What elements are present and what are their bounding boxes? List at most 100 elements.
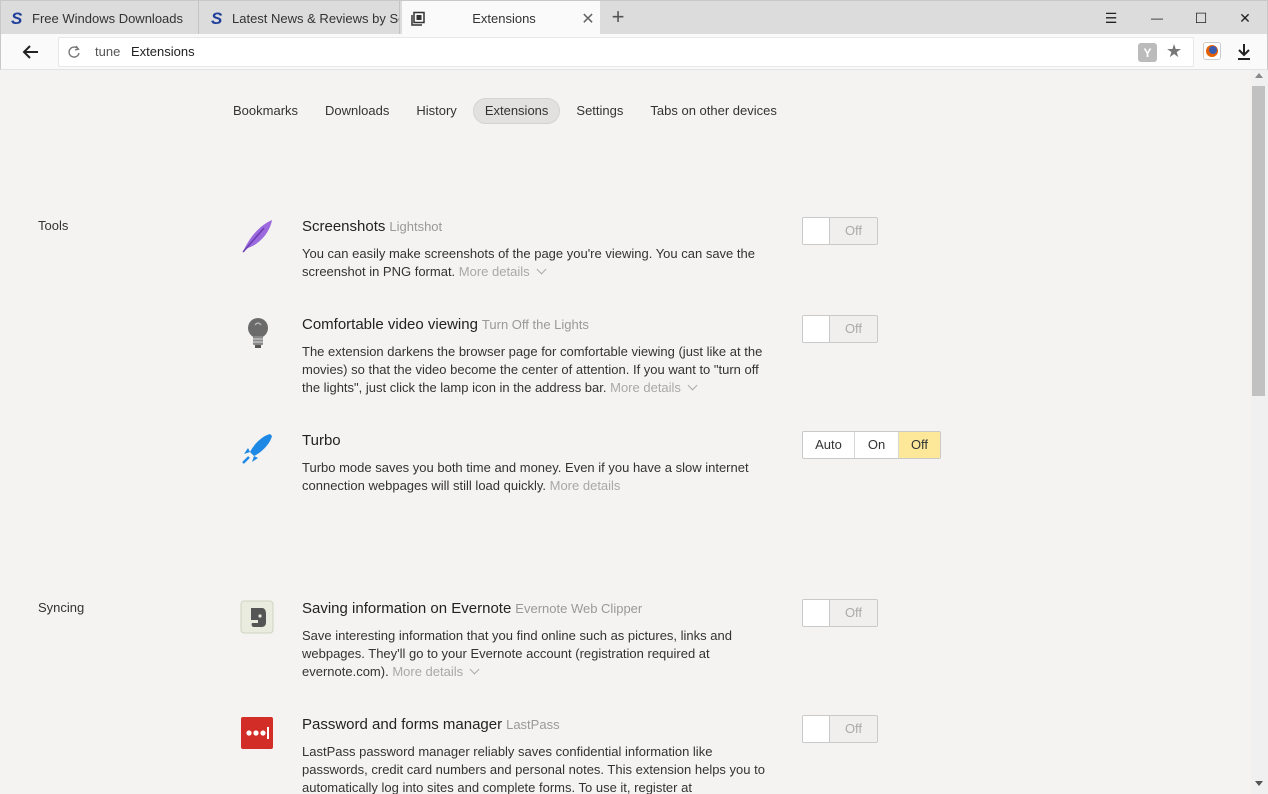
extension-source: Turn Off the Lights (481, 317, 589, 332)
hamburger-icon: ☰ (1104, 9, 1118, 26)
scroll-down-arrow-icon[interactable] (1255, 781, 1263, 786)
extension-name: Saving information on Evernote Evernote W… (302, 600, 642, 617)
tab-title: Latest News & Reviews by Sc (232, 10, 400, 26)
tab-title: Free Windows Downloads (32, 10, 184, 26)
tab-free-windows-downloads[interactable]: S Free Windows Downloads (2, 1, 199, 35)
toggle-state: Off (830, 716, 877, 742)
extension-title: Screenshots (302, 218, 386, 235)
svg-text:S: S (11, 10, 23, 26)
extension-source: Lightshot (389, 219, 443, 234)
toggle-knob (803, 716, 830, 742)
screenshots-toggle[interactable]: Off (802, 217, 878, 245)
nav-settings[interactable]: Settings (565, 98, 634, 124)
lastpass-toggle[interactable]: Off (802, 715, 878, 743)
extension-evernote: Saving information on Evernote Evernote W… (240, 599, 960, 681)
chevron-down-icon[interactable] (469, 664, 480, 675)
tab-latest-news[interactable]: S Latest News & Reviews by Sc (202, 1, 400, 35)
close-tab-icon[interactable]: ✕ (576, 9, 600, 29)
nav-history[interactable]: History (405, 98, 467, 124)
turbo-auto-option[interactable]: Auto (803, 432, 855, 458)
extension-source: LastPass (506, 717, 560, 732)
feather-icon (240, 218, 274, 253)
extension-video-viewing: Comfortable video viewing Turn Off the Li… (240, 315, 960, 397)
description-text: Save interesting information that you fi… (302, 628, 732, 679)
tab-strip: S Free Windows Downloads S Latest News &… (0, 0, 1268, 36)
scrollbar[interactable] (1251, 70, 1268, 794)
scroll-up-arrow-icon[interactable] (1255, 73, 1263, 78)
extension-description: Turbo mode saves you both time and money… (302, 459, 772, 495)
more-details-link[interactable]: More details (550, 478, 621, 493)
toolbar: tune Extensions Y ★ (0, 34, 1268, 70)
extension-lastpass: Password and forms manager LastPass LastP… (240, 715, 960, 794)
softpedia-s-icon: S (210, 10, 226, 26)
turbo-off-option[interactable]: Off (899, 432, 940, 458)
video-viewing-toggle[interactable]: Off (802, 315, 878, 343)
toggle-knob (803, 218, 830, 244)
arrow-left-icon (22, 45, 38, 59)
softpedia-s-icon: S (10, 10, 26, 26)
protect-badge-icon[interactable]: Y (1138, 43, 1157, 62)
toggle-state: Off (830, 316, 877, 342)
extension-name: Turbo (302, 432, 341, 449)
rocket-icon (240, 432, 274, 466)
extension-source: Evernote Web Clipper (515, 601, 643, 616)
more-details-link[interactable]: More details (610, 380, 681, 395)
evernote-icon (240, 600, 274, 634)
maximize-button[interactable]: ☐ (1178, 1, 1224, 35)
extension-turbo: Turbo Turbo mode saves you both time and… (240, 431, 960, 495)
tab-extensions[interactable]: Extensions ✕ (402, 1, 600, 36)
tab-page-icon (410, 11, 426, 27)
nav-bookmarks[interactable]: Bookmarks (222, 98, 309, 124)
extension-title: Turbo (302, 432, 341, 449)
back-button[interactable] (19, 40, 43, 64)
settings-nav: Bookmarks Downloads History Extensions S… (222, 98, 793, 124)
evernote-toggle[interactable]: Off (802, 599, 878, 627)
extension-description: The extension darkens the browser page f… (302, 343, 772, 397)
url-host: tune (95, 44, 121, 59)
chevron-down-icon[interactable] (536, 264, 547, 275)
extension-description: LastPass password manager reliably saves… (302, 743, 772, 794)
nav-downloads[interactable]: Downloads (314, 98, 400, 124)
lightbulb-icon (240, 316, 274, 350)
tab-title: Extensions (472, 11, 536, 26)
minimize-icon: — (1151, 11, 1163, 25)
minimize-button[interactable]: — (1134, 1, 1180, 35)
extension-title: Saving information on Evernote (302, 600, 512, 617)
more-details-link[interactable]: More details (459, 264, 530, 279)
extension-name: Screenshots Lightshot (302, 218, 442, 235)
toggle-knob (803, 600, 830, 626)
description-text: Turbo mode saves you both time and money… (302, 460, 749, 493)
close-icon: ✕ (1239, 9, 1251, 26)
svg-text:S: S (211, 10, 223, 26)
nav-tabs-other-devices[interactable]: Tabs on other devices (639, 98, 787, 124)
download-icon[interactable] (1235, 42, 1253, 62)
url-page: Extensions (131, 44, 195, 59)
close-window-button[interactable]: ✕ (1222, 1, 1268, 35)
section-label-syncing: Syncing (38, 600, 85, 615)
extension-title: Comfortable video viewing (302, 316, 478, 333)
maximize-icon: ☐ (1194, 9, 1208, 26)
reload-icon[interactable] (67, 45, 81, 59)
turbo-mode-selector[interactable]: Auto On Off (802, 431, 941, 459)
toggle-knob (803, 316, 830, 342)
menu-button[interactable]: ☰ (1088, 1, 1134, 35)
scroll-thumb[interactable] (1252, 86, 1265, 396)
more-details-link[interactable]: More details (392, 664, 463, 679)
nav-extensions[interactable]: Extensions (472, 98, 561, 124)
browser-extension-icon[interactable] (1203, 42, 1221, 60)
new-tab-button[interactable]: + (607, 6, 629, 29)
extension-name: Password and forms manager LastPass (302, 716, 560, 733)
extension-description: Save interesting information that you fi… (302, 627, 772, 681)
extension-name: Comfortable video viewing Turn Off the Li… (302, 316, 589, 333)
turbo-on-option[interactable]: On (855, 432, 899, 458)
lastpass-icon (240, 716, 274, 750)
extension-screenshots: Screenshots Lightshot You can easily make… (240, 217, 960, 288)
toggle-state: Off (830, 600, 877, 626)
bookmark-star-icon[interactable]: ★ (1166, 41, 1182, 62)
section-label-tools: Tools (38, 218, 69, 233)
toggle-state: Off (830, 218, 877, 244)
extension-description: You can easily make screenshots of the p… (302, 245, 772, 281)
chevron-down-icon[interactable] (687, 380, 698, 391)
description-text: LastPass password manager reliably saves… (302, 744, 765, 794)
address-bar[interactable]: tune Extensions Y ★ (58, 37, 1194, 67)
